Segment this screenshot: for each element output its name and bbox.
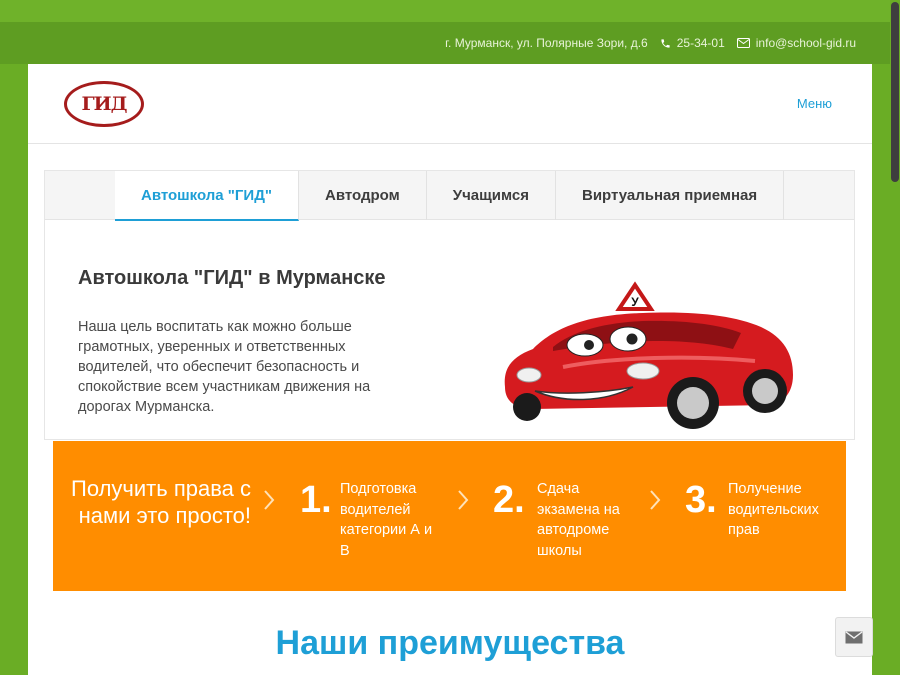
- email-address: info@school-gid.ru: [755, 36, 856, 50]
- logo-text: ГИД: [81, 92, 128, 115]
- contact-bar: г. Мурманск, ул. Полярные Зори, д.6 25-3…: [0, 22, 890, 64]
- mail-icon: [845, 630, 863, 643]
- phone-icon: [661, 38, 670, 48]
- tab-virtual-reception[interactable]: Виртуальная приемная: [556, 171, 785, 220]
- contact-mail-button[interactable]: [835, 617, 873, 657]
- step-text: Сдача экзамена на автодроме школы: [537, 481, 620, 559]
- student-driver-sign: У: [615, 281, 655, 311]
- step-text: Получение водительских прав: [728, 481, 819, 538]
- phone-item[interactable]: 25-34-01: [660, 36, 725, 50]
- main-container: ГИД Меню Автошкола "ГИД" Автодром Учащим…: [28, 64, 872, 675]
- tabs-panel: Автошкола "ГИД" Автодром Учащимся Виртуа…: [44, 170, 855, 440]
- hero-title: Автошкола "ГИД" в Мурманске: [78, 267, 386, 289]
- top-strip: [0, 0, 890, 22]
- envelope-icon: [736, 38, 750, 48]
- chevron-right-icon: [650, 490, 661, 510]
- chevron-right-icon: [264, 490, 275, 510]
- step-number: 3.: [685, 479, 717, 521]
- menu-link[interactable]: Меню: [797, 96, 832, 111]
- section-title: Наши преимущества: [275, 624, 625, 662]
- scrollbar-thumb[interactable]: [891, 2, 899, 182]
- tab-autoschool[interactable]: Автошкола "ГИД": [115, 171, 300, 221]
- hero-description: Наша цель воспитать как можно больше гра…: [78, 319, 371, 415]
- banner-lead-text: Получить права с нами это просто!: [71, 476, 251, 528]
- chevron-right-icon: [458, 490, 469, 510]
- step-number: 2.: [493, 479, 525, 521]
- step-text: Подготовка водителей категории А и В: [340, 481, 433, 559]
- sign-letter: У: [631, 295, 639, 309]
- scrollbar-track[interactable]: [890, 0, 900, 675]
- phone-number: 25-34-01: [676, 36, 725, 50]
- site-logo[interactable]: ГИД: [64, 80, 144, 127]
- tab-autodrome[interactable]: Автодром: [299, 171, 427, 220]
- address-text: г. Мурманск, ул. Полярные Зори, д.6: [445, 36, 648, 50]
- steps-banner: Получить права с нами это просто! 1. Под…: [53, 441, 846, 591]
- tab-students[interactable]: Учащимся: [427, 171, 556, 220]
- cartoon-car-illustration: У: [504, 281, 793, 429]
- site-header: ГИД Меню: [28, 64, 872, 144]
- step-number: 1.: [300, 479, 332, 521]
- tab-bar: Автошкола "ГИД" Автодром Учащимся Виртуа…: [45, 171, 854, 221]
- email-item[interactable]: info@school-gid.ru: [736, 36, 856, 50]
